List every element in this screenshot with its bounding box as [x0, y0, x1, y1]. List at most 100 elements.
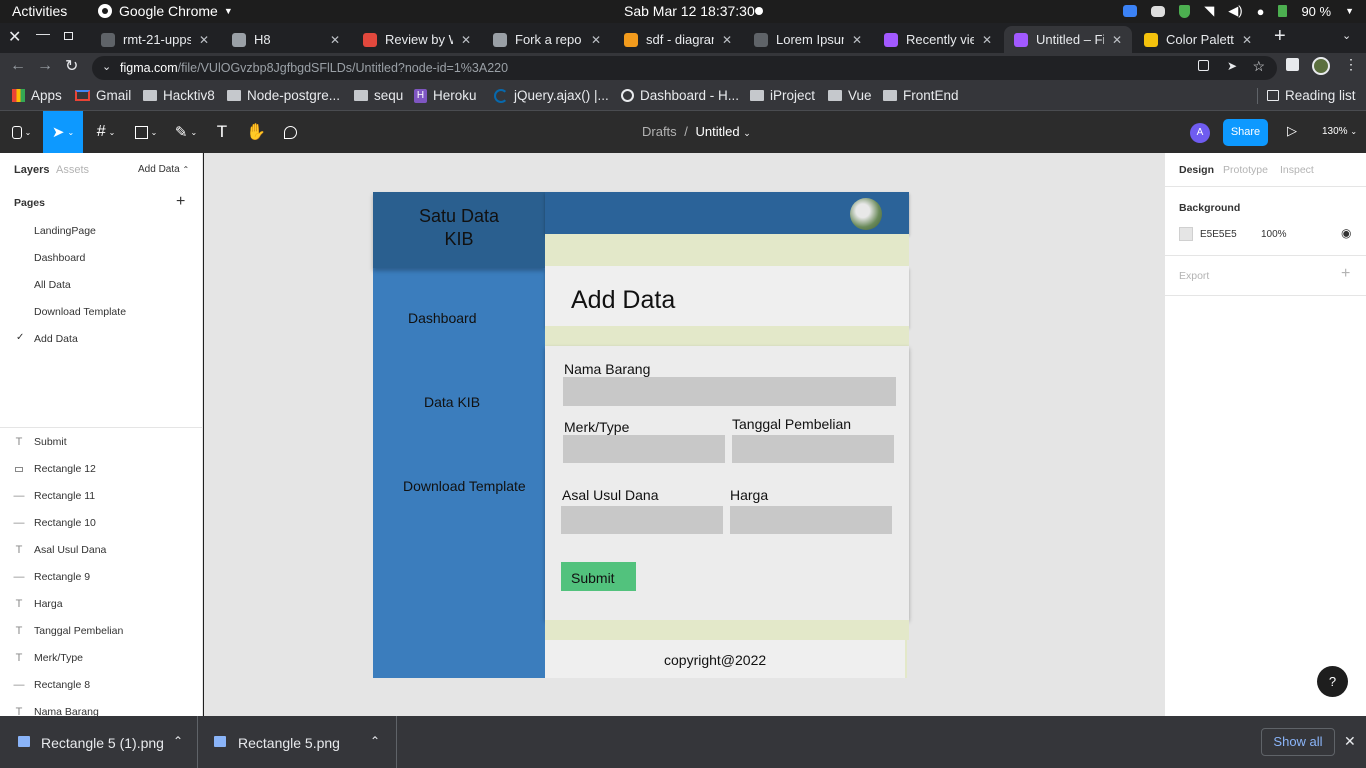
browser-tab[interactable]: Color Palette ✕ [1134, 26, 1262, 53]
clock[interactable]: Sab Mar 12 18:37:30 [624, 3, 755, 19]
browser-tab[interactable]: Untitled – Fig ✕ [1004, 26, 1132, 53]
show-all-downloads-button[interactable]: Show all [1261, 728, 1335, 756]
download-item[interactable]: Rectangle 5 (1).png ⌃ [0, 716, 198, 768]
close-window-icon[interactable]: ✕ [8, 27, 21, 47]
layer-item[interactable]: Asal Usul Dana [34, 544, 106, 556]
close-tab-icon[interactable]: ✕ [591, 33, 601, 47]
page-menu[interactable]: Add Data ⌃ [138, 164, 189, 175]
layer-item[interactable]: Tanggal Pembelian [34, 625, 123, 637]
file-breadcrumb[interactable]: Drafts / Untitled ⌄ [642, 124, 751, 139]
add-export-icon[interactable]: + [1341, 265, 1350, 283]
app-menu[interactable]: Google Chrome ▼ [97, 3, 233, 19]
layer-item[interactable]: Rectangle 12 [34, 463, 96, 475]
browser-tab[interactable]: Review by We ✕ [353, 26, 481, 53]
layer-item[interactable]: Rectangle 10 [34, 517, 96, 529]
page-item[interactable]: LandingPage [34, 225, 96, 237]
address-bar[interactable]: ⌄ figma.com/file/VUlOGvzbp8JgfbgdSFlLDs/… [92, 56, 1277, 80]
background-hex-input[interactable]: E5E5E5 [1200, 229, 1237, 240]
shape-tool-button[interactable]: ⌄ [126, 111, 166, 153]
add-page-icon[interactable]: + [176, 193, 185, 211]
tune-icon[interactable]: ⌄ [102, 60, 111, 73]
restore-window-icon[interactable] [64, 32, 73, 40]
share-button[interactable]: Share [1223, 119, 1268, 146]
page-item[interactable]: Add Data [34, 333, 78, 345]
tab-search-icon[interactable]: ⌄ [1342, 29, 1351, 42]
minimize-window-icon[interactable]: — [36, 25, 50, 41]
background-swatch[interactable] [1179, 227, 1193, 241]
main-menu-button[interactable]: ⌄ [0, 111, 43, 153]
bookmark-jquery-ajax[interactable]: jQuery.ajax() |... [494, 88, 609, 103]
bookmark-gmail[interactable]: Gmail [75, 88, 131, 103]
browser-menu-icon[interactable]: ⋮ [1344, 56, 1358, 73]
background-opacity-input[interactable]: 100% [1261, 229, 1287, 240]
tab-layers[interactable]: Layers [14, 164, 49, 176]
close-tab-icon[interactable]: ✕ [852, 33, 862, 47]
browser-tab[interactable]: Fork a repo - ✕ [483, 26, 611, 53]
browser-tab[interactable]: sdf - diagram ✕ [614, 26, 742, 53]
forward-icon[interactable]: → [37, 57, 53, 75]
pen-tool-button[interactable]: ✎ ⌄ [166, 111, 206, 153]
browser-tab[interactable]: rmt-21-uppsa ✕ [91, 26, 219, 53]
new-tab-icon[interactable]: + [1274, 25, 1286, 48]
hand-tool-button[interactable]: ✋ [242, 111, 270, 153]
zoom-menu[interactable]: 130% ⌄ [1322, 126, 1357, 137]
download-item[interactable]: Rectangle 5.png ⌃ [199, 716, 397, 768]
frame-tool-button[interactable]: # ⌄ [86, 111, 126, 153]
tab-assets[interactable]: Assets [56, 164, 89, 176]
close-tab-icon[interactable]: ✕ [722, 33, 732, 47]
move-tool-button[interactable]: ➤ ⌄ [43, 111, 83, 153]
design-frame[interactable]: Satu Data KIB Dashboard Data KIB Downloa… [373, 192, 909, 678]
close-tab-icon[interactable]: ✕ [1242, 33, 1252, 47]
close-tab-icon[interactable]: ✕ [330, 33, 340, 47]
activities-button[interactable]: Activities [12, 3, 67, 19]
bookmark-vue[interactable]: Vue [828, 88, 872, 103]
bookmark-frontend[interactable]: FrontEnd [883, 88, 959, 103]
profile-avatar[interactable] [1312, 57, 1330, 75]
layer-item[interactable]: Harga [34, 598, 63, 610]
bookmark-heroku[interactable]: H Heroku [414, 88, 477, 103]
system-tray[interactable]: ◥ ◀) ● 90 % ▼ [1123, 3, 1354, 19]
bookmark-apps[interactable]: Apps [12, 88, 62, 103]
bookmark-iproject[interactable]: iProject [750, 88, 815, 103]
user-avatar[interactable]: A [1190, 123, 1210, 143]
visibility-eye-icon[interactable]: ◉ [1341, 226, 1351, 240]
tab-design[interactable]: Design [1179, 164, 1214, 176]
close-tab-icon[interactable]: ✕ [982, 33, 992, 47]
layer-item[interactable]: Submit [34, 436, 67, 448]
layer-item[interactable]: Rectangle 8 [34, 679, 90, 691]
browser-tab[interactable]: Recently view ✕ [874, 26, 1002, 53]
close-tab-icon[interactable]: ✕ [1112, 33, 1122, 47]
page-item[interactable]: All Data [34, 279, 71, 291]
extensions-icon[interactable] [1286, 58, 1299, 71]
file-name[interactable]: Untitled [696, 124, 740, 139]
layer-item[interactable]: Rectangle 9 [34, 571, 90, 583]
send-tab-icon[interactable]: ➤ [1227, 59, 1237, 73]
present-icon[interactable]: ▷ [1287, 123, 1297, 139]
close-tab-icon[interactable]: ✕ [199, 33, 209, 47]
bookmark-hacktiv8[interactable]: Hacktiv8 [143, 88, 215, 103]
crumb-drafts[interactable]: Drafts [642, 124, 677, 139]
text-tool-button[interactable]: T [208, 111, 236, 153]
bookmark-dashboard[interactable]: Dashboard - H... [621, 88, 739, 103]
tab-inspect[interactable]: Inspect [1280, 164, 1314, 176]
bookmark-node-postgres[interactable]: Node-postgre... [227, 88, 340, 103]
page-item[interactable]: Download Template [34, 306, 126, 318]
back-icon[interactable]: ← [10, 57, 26, 75]
layer-item[interactable]: Rectangle 11 [34, 490, 95, 502]
close-shelf-icon[interactable]: ✕ [1344, 733, 1356, 750]
browser-tab[interactable]: Lorem Ipsum ✕ [744, 26, 872, 53]
bookmark-star-icon[interactable]: ☆ [1252, 58, 1265, 75]
bookmark-sequ[interactable]: sequ [354, 88, 403, 103]
layer-item[interactable]: Merk/Type [34, 652, 83, 664]
help-button[interactable]: ? [1317, 666, 1348, 697]
install-icon[interactable] [1198, 60, 1209, 71]
reload-icon[interactable]: ↻ [65, 56, 78, 76]
page-item[interactable]: Dashboard [34, 252, 85, 264]
browser-tab[interactable]: H8 ✕ [222, 26, 350, 53]
comment-tool-button[interactable] [276, 111, 304, 153]
close-tab-icon[interactable]: ✕ [461, 33, 471, 47]
chevron-up-icon[interactable]: ⌃ [173, 734, 183, 748]
reading-list-button[interactable]: Reading list [1267, 88, 1356, 103]
chevron-up-icon[interactable]: ⌃ [370, 734, 380, 748]
tab-prototype[interactable]: Prototype [1223, 164, 1268, 176]
